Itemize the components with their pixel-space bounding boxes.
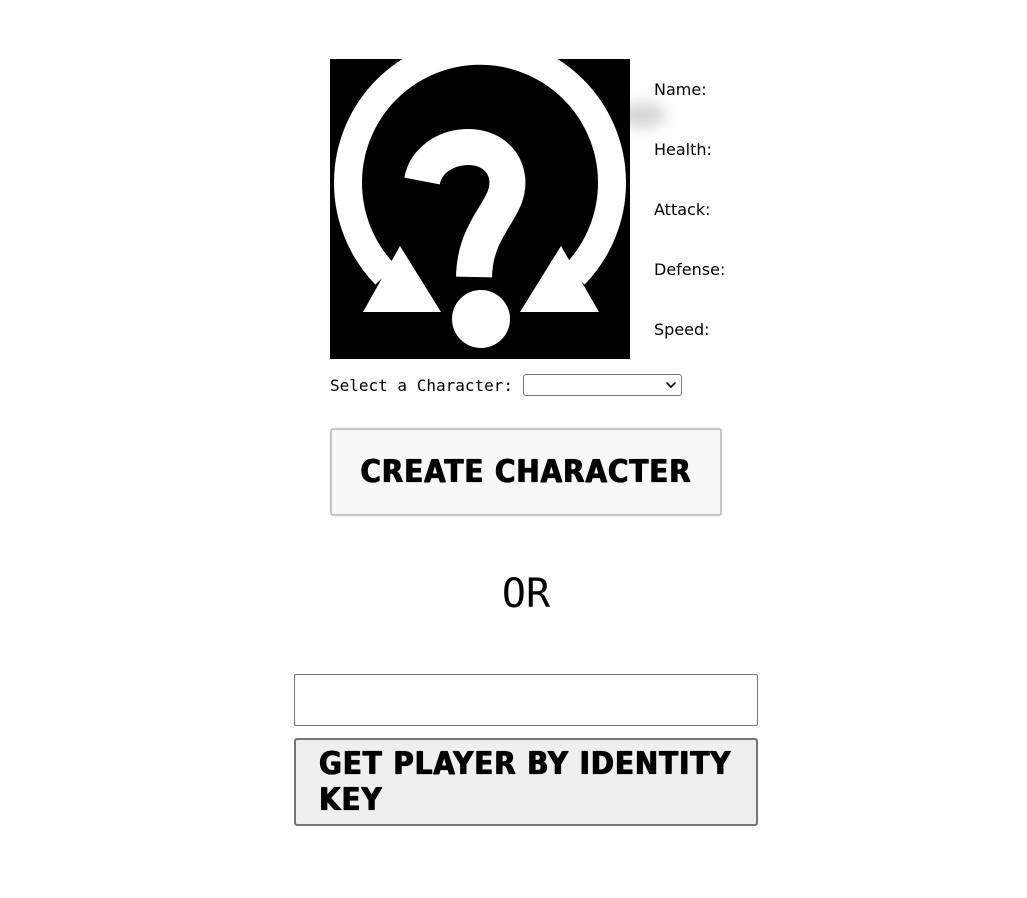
- stat-defense-label: Defense:: [654, 260, 726, 279]
- shadow-blob: [618, 102, 666, 128]
- stat-health-label: Health:: [654, 140, 712, 159]
- stat-name-label: Name:: [654, 80, 707, 99]
- stat-attack-label: Attack:: [654, 200, 711, 219]
- create-character-button[interactable]: Create Character: [330, 428, 722, 516]
- or-divider-text: OR: [501, 571, 551, 617]
- select-character-label: Select a Character:: [330, 375, 514, 395]
- create-character-label: Create Character: [360, 454, 692, 490]
- identity-key-input[interactable]: [294, 674, 758, 726]
- character-portrait: [330, 59, 630, 359]
- stat-speed-label: Speed:: [654, 320, 710, 339]
- character-select-row: Select a Character:: [330, 374, 683, 396]
- question-mark-refresh-icon: [334, 59, 626, 348]
- chevron-down-icon: [666, 382, 676, 388]
- get-player-button[interactable]: Get Player by Identity Key: [294, 738, 758, 826]
- get-player-label: Get Player by Identity Key: [319, 746, 732, 818]
- character-select[interactable]: [523, 374, 683, 396]
- character-select-page: Name: Health: Attack: Defense: Speed: Se…: [0, 0, 1027, 898]
